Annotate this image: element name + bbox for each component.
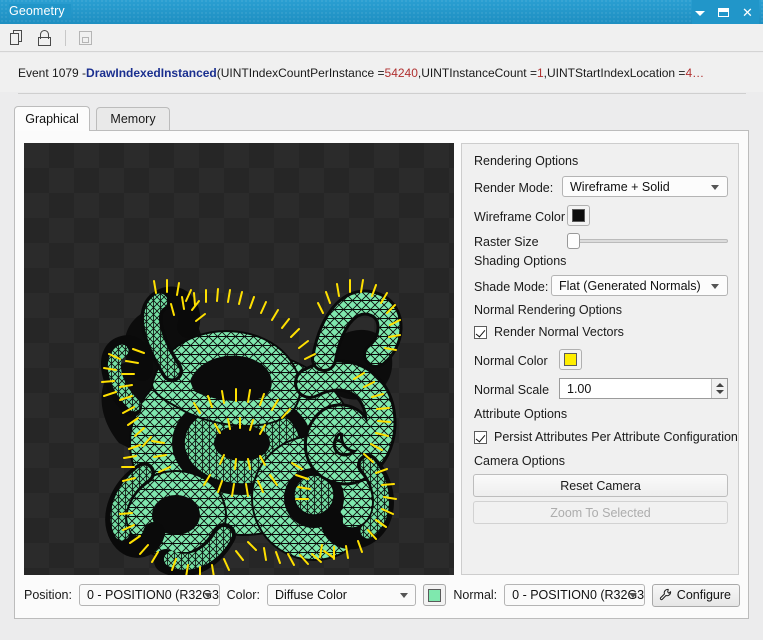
event-arg-type-1: UINT (421, 66, 449, 80)
event-arg-type-0: UINT (221, 66, 249, 80)
window-title: Geometry (9, 4, 71, 18)
window-menu-button[interactable] (692, 5, 707, 20)
reset-camera-button[interactable]: Reset Camera (473, 474, 728, 497)
position-label: Position: (24, 588, 72, 602)
normal-color-button[interactable] (559, 349, 582, 370)
slider-track (567, 239, 728, 243)
chevron-down-icon (204, 593, 212, 598)
maximize-button[interactable] (716, 5, 731, 20)
normal-scale-label: Normal Scale (474, 383, 549, 397)
chevron-down-icon (629, 593, 637, 598)
persist-attributes-checkbox-row[interactable]: Persist Attributes Per Attribute Configu… (474, 430, 738, 444)
close-button[interactable]: ✕ (740, 5, 755, 20)
lock-icon[interactable] (36, 29, 54, 47)
render-normal-vectors-label: Render Normal Vectors (494, 325, 624, 339)
shade-mode-value: Flat (Generated Normals) (559, 279, 701, 293)
render-normal-vectors-checkbox[interactable] (474, 326, 487, 339)
normal-color-swatch (564, 353, 577, 366)
stepper-down-icon[interactable] (716, 390, 724, 394)
persist-attributes-checkbox[interactable] (474, 431, 487, 444)
wrench-icon (659, 588, 673, 602)
event-arg-value-0: 54240 (385, 66, 418, 80)
camera-options-group-label: Camera Options (474, 454, 565, 468)
render-normal-vectors-checkbox-row[interactable]: Render Normal Vectors (474, 325, 624, 339)
raster-size-label: Raster Size (474, 235, 539, 249)
title-bar: Geometry ✕ (0, 0, 763, 24)
normal-rendering-group-label: Normal Rendering Options (474, 303, 622, 317)
wireframe-color-button[interactable] (567, 205, 590, 226)
render-mode-dropdown[interactable]: Wireframe + Solid (562, 176, 728, 197)
raster-size-slider[interactable] (567, 232, 728, 250)
normal-value: 0 - POSITION0 (R32G3 (512, 588, 644, 602)
configure-label: Configure (677, 588, 731, 602)
normal-scale-input[interactable]: 1.00 (559, 378, 728, 399)
render-mode-value: Wireframe + Solid (570, 180, 670, 194)
rendering-options-panel: Rendering Options Render Mode: Wireframe… (461, 143, 739, 575)
position-value: 0 - POSITION0 (R32G3 (87, 588, 219, 602)
render-mode-label: Render Mode: (474, 181, 553, 195)
shade-mode-dropdown[interactable]: Flat (Generated Normals) (551, 275, 728, 296)
status-bar (0, 619, 763, 640)
wireframe-color-swatch (572, 209, 585, 222)
event-divider (18, 93, 746, 94)
graphical-tab-panel: Rendering Options Render Mode: Wireframe… (14, 130, 749, 619)
attribute-bar: Position: 0 - POSITION0 (R32G3 Color: Di… (24, 581, 740, 609)
chevron-down-icon (711, 284, 719, 289)
zoom-to-selected-button: Zoom To Selected (473, 501, 728, 524)
close-icon: ✕ (742, 6, 753, 19)
event-prefix: Event 1079 - (18, 66, 86, 80)
configure-button[interactable]: Configure (652, 584, 740, 607)
color-label: Color: (227, 588, 260, 602)
event-arg-value-2: 4… (685, 66, 704, 80)
tab-strip: Graphical Memory (14, 106, 749, 130)
normal-dropdown[interactable]: 0 - POSITION0 (R32G3 (504, 584, 645, 606)
normal-color-label: Normal Color (474, 354, 548, 368)
position-dropdown[interactable]: 0 - POSITION0 (R32G3 (79, 584, 220, 606)
geometry-window: Geometry ✕ Event 1079 (0, 0, 763, 640)
rendering-options-group-label: Rendering Options (474, 154, 578, 168)
slider-handle[interactable] (567, 233, 580, 249)
reset-camera-label: Reset Camera (560, 479, 641, 493)
mesh-render (24, 143, 454, 575)
event-arg-name-2: StartIndexLocation = (575, 66, 685, 80)
shade-mode-label: Shade Mode: (474, 280, 548, 294)
copy-icon[interactable] (9, 29, 27, 47)
tab-memory-label: Memory (110, 112, 155, 126)
event-arg-value-1: 1 (537, 66, 544, 80)
save-icon (77, 29, 95, 47)
event-arg-name-0: IndexCountPerInstance = (249, 66, 385, 80)
tab-graphical-label: Graphical (25, 112, 79, 126)
event-call-name: DrawIndexedInstanced (86, 66, 217, 80)
toolbar-divider (65, 30, 66, 46)
tab-graphical[interactable]: Graphical (14, 106, 90, 131)
attribute-options-group-label: Attribute Options (474, 407, 567, 421)
normal-scale-value: 1.00 (567, 382, 591, 396)
color-dropdown[interactable]: Diffuse Color (267, 584, 416, 606)
chevron-down-icon (711, 185, 719, 190)
wireframe-color-label: Wireframe Color (474, 210, 565, 224)
window-controls: ✕ (692, 0, 759, 24)
mesh-viewport[interactable] (24, 143, 454, 575)
persist-attributes-label: Persist Attributes Per Attribute Configu… (494, 430, 738, 444)
event-description: Event 1079 - DrawIndexedInstanced ( UINT… (0, 53, 763, 92)
title-bar-texture (0, 0, 763, 24)
toolbar (0, 24, 763, 52)
tab-memory[interactable]: Memory (96, 107, 170, 130)
shading-options-group-label: Shading Options (474, 254, 566, 268)
event-arg-type-2: UINT (547, 66, 575, 80)
maximize-icon (718, 8, 729, 17)
event-arg-name-1: InstanceCount = (449, 66, 537, 80)
chevron-down-icon (400, 593, 408, 598)
color-value: Diffuse Color (275, 588, 347, 602)
normal-label: Normal: (453, 588, 497, 602)
mesh-color-swatch (428, 589, 441, 602)
stepper-up-icon[interactable] (716, 383, 724, 387)
normal-scale-stepper[interactable] (711, 379, 727, 398)
mesh-color-button[interactable] (423, 584, 446, 606)
chevron-down-icon (695, 11, 705, 16)
zoom-to-selected-label: Zoom To Selected (550, 506, 651, 520)
